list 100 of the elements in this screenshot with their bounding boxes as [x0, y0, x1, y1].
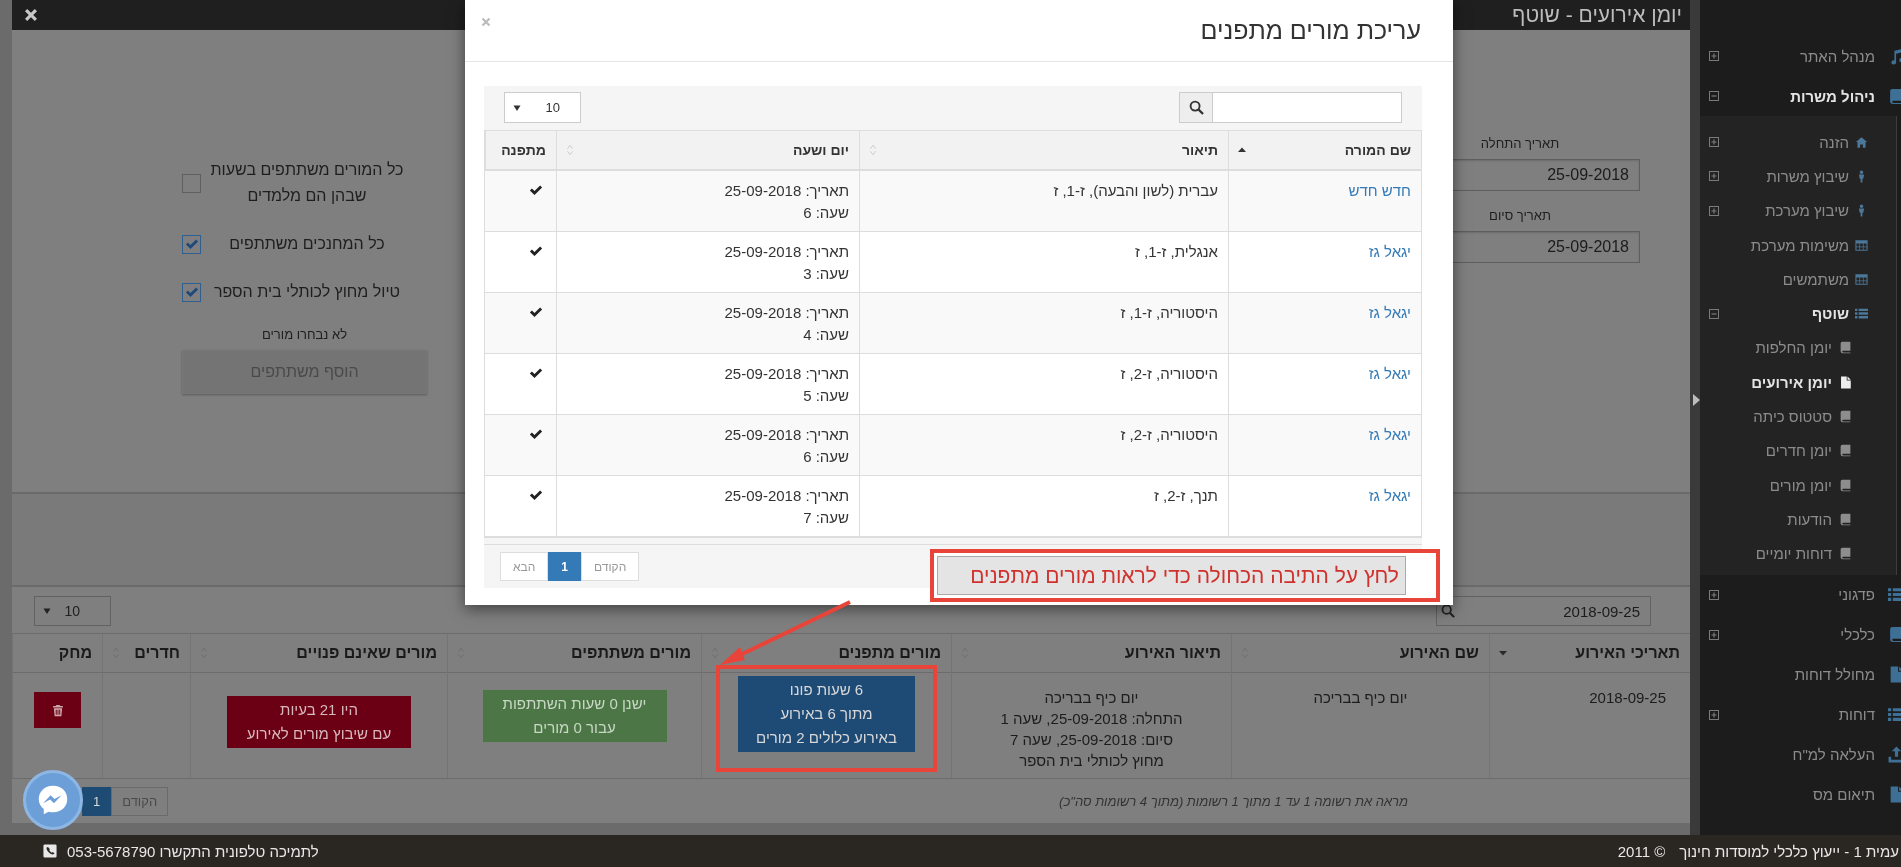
table-icon: [1855, 238, 1868, 252]
sidebar-item[interactable]: יומן חדרים: [1765, 442, 1852, 460]
list-icon: [1855, 307, 1868, 321]
column-header[interactable]: שם האירוע: [1231, 633, 1489, 673]
sidebar-item[interactable]: הזנה: [1819, 133, 1868, 151]
check-icon: [184, 237, 199, 251]
search-icon: [1188, 100, 1204, 115]
page-button[interactable]: 1: [548, 552, 581, 581]
teacher-link[interactable]: יגאל גז: [1368, 363, 1411, 385]
column-header[interactable]: שם המורה: [1228, 131, 1421, 171]
sort-icon: [565, 144, 575, 156]
book-icon: [1839, 341, 1852, 355]
expand-icon[interactable]: [1709, 51, 1719, 61]
sidebar-item[interactable]: יומן מורים: [1769, 476, 1852, 494]
sidebar-item[interactable]: דוחות: [1838, 706, 1901, 724]
trash-icon: [51, 703, 64, 717]
page-size-select[interactable]: 10: [34, 596, 111, 626]
checkbox-label: כל המורים משתתפים בשעות שבהן הם מלמדים: [209, 160, 405, 206]
column-header[interactable]: יום ושעה: [556, 131, 859, 171]
sort-icon: [868, 144, 878, 156]
sidebar-item[interactable]: שיבוץ מערכת: [1765, 202, 1868, 220]
page-button[interactable]: הבא: [500, 552, 549, 581]
callout-text: לחץ על התיבה הכחולה כדי לראות מורים מתפנים: [937, 556, 1406, 595]
home-icon: [1855, 135, 1868, 149]
file-icon: [1888, 666, 1901, 684]
sidebar-item[interactable]: פדגוני: [1838, 586, 1901, 604]
checkbox[interactable]: [182, 234, 201, 254]
list-icon: [1888, 706, 1901, 724]
teacher-link[interactable]: יגאל גז: [1368, 485, 1411, 507]
freed-teachers-button[interactable]: 6 שעות פונו מתוך 6 באירוע באירוע כלולים 2 מורים: [738, 676, 915, 752]
search-field[interactable]: [1179, 92, 1402, 123]
collapse-icon[interactable]: [1709, 308, 1719, 319]
table-cell-text: תנך, ז-2, ז: [1154, 486, 1218, 506]
column-header[interactable]: תאריכי האירוע: [1489, 633, 1690, 673]
checkbox[interactable]: [182, 282, 201, 302]
expand-icon[interactable]: [1709, 205, 1719, 216]
sidebar-item[interactable]: הודעות: [1787, 510, 1852, 528]
phone-icon: [43, 844, 57, 858]
collapse-icon[interactable]: [1709, 91, 1719, 101]
sidebar-item[interactable]: דוחות יומיים: [1755, 545, 1852, 563]
sidebar-item[interactable]: ניהול משרות: [1790, 87, 1901, 105]
column-header[interactable]: מחק: [12, 633, 102, 673]
column-header[interactable]: מורים שאינם פנויים: [190, 633, 447, 673]
expand-icon[interactable]: [1709, 171, 1719, 182]
search-field[interactable]: 2018-09-25: [1436, 596, 1651, 626]
column-header[interactable]: מורים מתפנים: [701, 633, 951, 673]
expand-icon[interactable]: [1709, 709, 1719, 720]
sidebar-item[interactable]: מחולל דוחות: [1794, 666, 1901, 684]
file-icon: [1888, 786, 1901, 804]
book-icon: [1839, 512, 1852, 526]
expand-icon[interactable]: [1709, 589, 1719, 600]
column-header[interactable]: תיאור האירוע: [951, 633, 1231, 673]
sidebar-item[interactable]: יומן אירועים: [1751, 373, 1852, 391]
table-cell-text: יום כיף בבריכה התחלה: 25-09-2018, שעה 1 סיום: 25-09-2018, שעה 7 מחוץ לכותלי בית הספר: [1000, 688, 1183, 771]
book-icon: [1839, 410, 1852, 423]
sidebar-item[interactable]: שוטף: [1811, 305, 1868, 323]
close-button[interactable]: [24, 8, 38, 22]
column-header[interactable]: מתפנה: [485, 131, 556, 171]
checkbox[interactable]: [182, 173, 201, 193]
teacher-link[interactable]: יגאל גז: [1368, 302, 1411, 324]
sidebar-item[interactable]: משימות מערכת: [1750, 236, 1868, 254]
sidebar-item[interactable]: תיאום מס: [1812, 786, 1901, 804]
sidebar-item[interactable]: מנהל האתר: [1799, 47, 1901, 65]
table-cell-text: עברית (לשון והבעה), ז-1, ז: [1053, 181, 1218, 201]
page-size-select[interactable]: 10: [504, 92, 581, 123]
participating-teachers-button[interactable]: ישנן 0 שעות השתתפות עבור 0 מורים: [482, 690, 667, 742]
unavailable-teachers-button[interactable]: היו 21 בעיות עם שיבוץ מורים לאירוע: [227, 696, 411, 748]
book-icon: [1839, 444, 1852, 458]
expand-icon[interactable]: [1709, 137, 1719, 148]
music-note-icon: [1888, 47, 1901, 65]
column-header[interactable]: מורים משתתפים: [447, 633, 701, 673]
check-icon: [184, 285, 199, 299]
book-icon: [1839, 547, 1852, 561]
page-button[interactable]: 1: [82, 786, 112, 816]
sidebar-item[interactable]: שיבוץ משרות: [1766, 167, 1868, 185]
sidebar-item[interactable]: משתמשים: [1782, 270, 1868, 288]
caret-icon: [43, 607, 51, 615]
sidebar-item[interactable]: יומן החלפות: [1755, 339, 1852, 357]
upload-icon: [1888, 746, 1901, 764]
table-cell-text: 2018-09-25: [1589, 688, 1666, 708]
column-header[interactable]: תיאור: [859, 131, 1228, 171]
table-cell-text: היסטוריה, ז-1, ז: [1120, 303, 1218, 323]
column-header[interactable]: חדרים: [102, 633, 190, 673]
sidebar-item[interactable]: כלכלי: [1840, 626, 1901, 644]
table-cell-text: תאריך: 25-09-2018 שעה: 7: [724, 486, 849, 528]
sidebar-item[interactable]: העלאה למ"ח: [1792, 746, 1901, 764]
table-cell-text: אנגלית, ז-1, ז: [1135, 242, 1218, 262]
checkbox-label: טיול מחוץ לכותלי בית הספר: [212, 282, 402, 302]
table-cell-text: היסטוריה, ז-2, ז: [1120, 425, 1218, 445]
page-button[interactable]: הקודם: [581, 552, 640, 581]
book-icon: [1888, 87, 1901, 105]
delete-button[interactable]: [34, 692, 81, 728]
sidebar-item[interactable]: סטטוס כיתה: [1753, 408, 1852, 425]
list-icon: [1888, 586, 1901, 604]
table-cell-text: תאריך: 25-09-2018 שעה: 3: [724, 242, 849, 284]
teacher-link[interactable]: יגאל גז: [1368, 424, 1411, 446]
expand-icon[interactable]: [1709, 629, 1719, 640]
support-text: לתמיכה טלפונית התקשרו 053-5678790: [67, 842, 319, 860]
book-icon: [1839, 478, 1852, 492]
field-label: תאריך התחלה: [1480, 136, 1560, 151]
